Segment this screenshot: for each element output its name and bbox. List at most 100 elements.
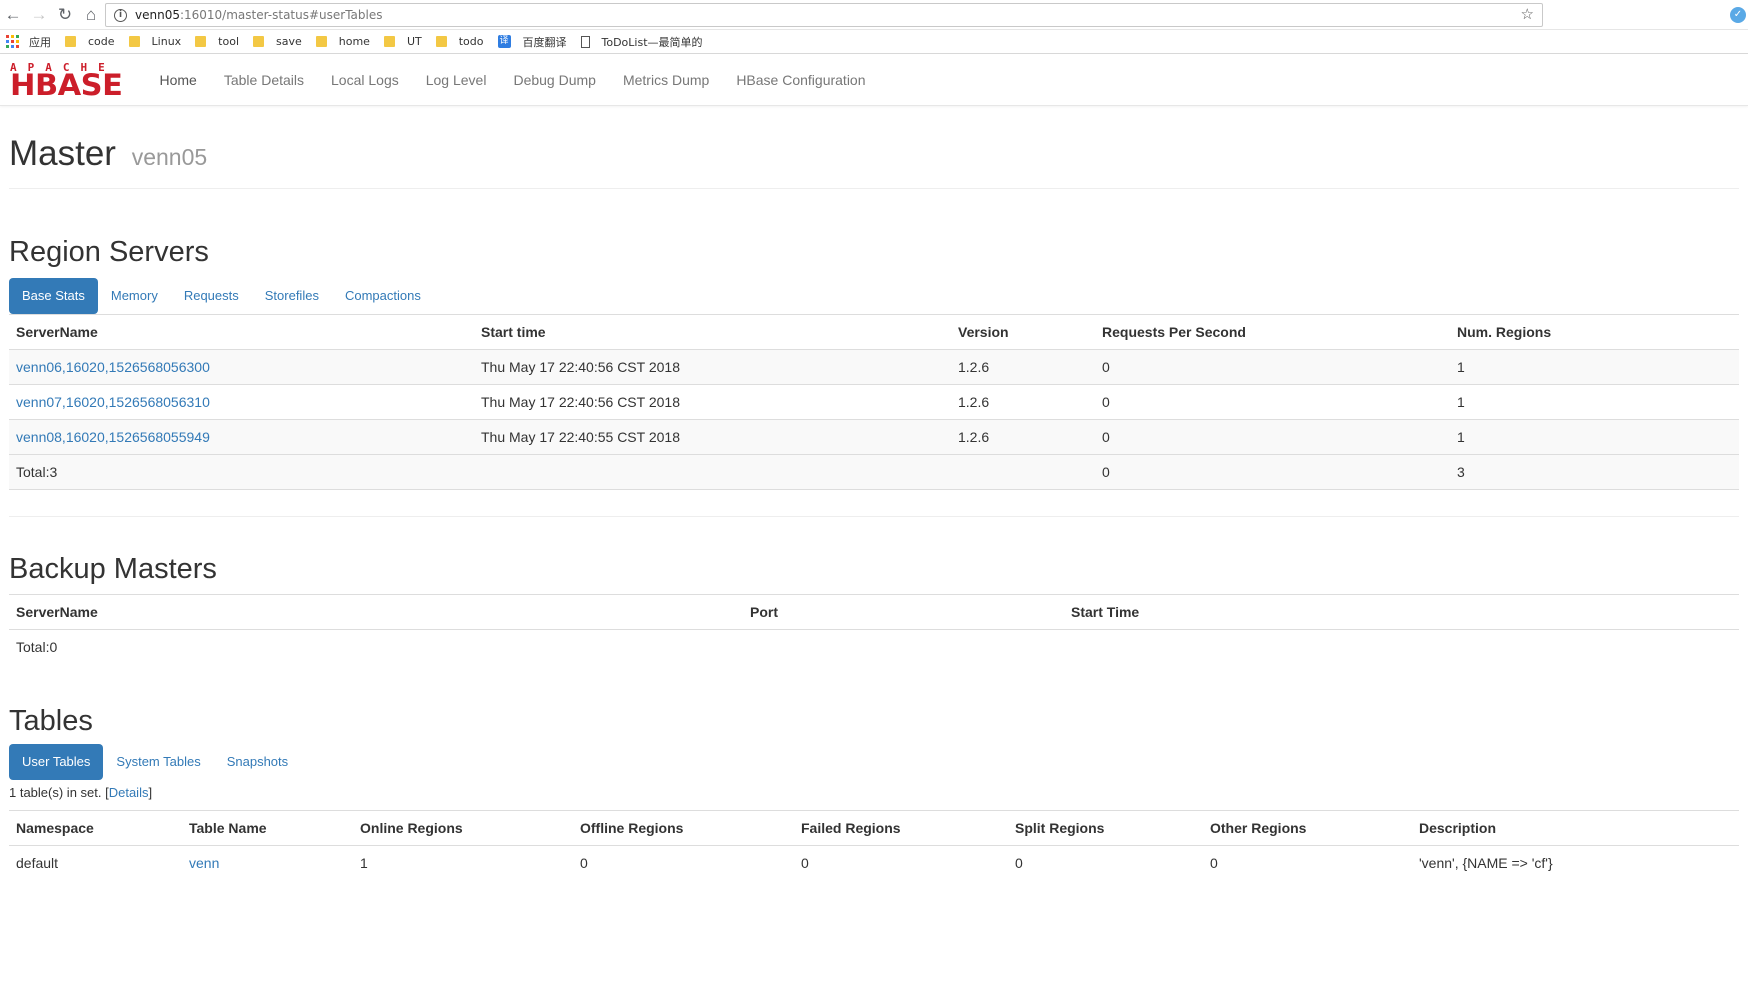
main-content: Master venn05 Region Servers Base Stats …	[0, 106, 1748, 880]
page-title: Master venn05	[9, 134, 1739, 174]
tables-title: Tables	[9, 704, 93, 737]
bookmark-ut[interactable]: UT	[383, 35, 422, 48]
bookmark-label: 百度翻译	[522, 35, 567, 49]
total-row: Total:3 0 3	[9, 454, 1739, 490]
table-link[interactable]: venn	[189, 855, 219, 871]
column-header: ServerName	[9, 314, 474, 350]
table-row: venn08,16020,1526568055949 Thu May 17 22…	[9, 419, 1739, 455]
nav-metrics-dump[interactable]: Metrics Dump	[609, 72, 722, 88]
hbase-logo[interactable]: APACHE HBASE	[10, 62, 132, 100]
home-icon[interactable]: ⌂	[78, 0, 104, 30]
tab-user-tables[interactable]: User Tables	[9, 743, 104, 780]
folder-icon	[195, 36, 207, 47]
folder-icon	[383, 36, 395, 47]
bookmark-apps[interactable]: 应用	[6, 34, 51, 50]
total-label: Total:0	[16, 639, 58, 656]
bookmark-home[interactable]: home	[315, 35, 370, 48]
table-cell: 0	[1095, 384, 1450, 420]
table-cell: 1	[360, 854, 368, 871]
tab-base-stats[interactable]: Base Stats	[9, 278, 98, 314]
url-host: venn05	[135, 8, 180, 22]
tab-compactions[interactable]: Compactions	[332, 278, 434, 314]
table-cell: 0	[1015, 854, 1023, 871]
table-cell: 1	[1450, 349, 1739, 385]
extension-icon[interactable]: ✓	[1730, 7, 1746, 23]
tab-snapshots[interactable]: Snapshots	[214, 744, 301, 780]
server-link[interactable]: venn06,16020,1526568056300	[16, 359, 210, 375]
total-row: Total:0	[9, 630, 1739, 665]
table-cell	[743, 630, 1064, 665]
bookmark-todolist[interactable]: ToDoList—最简单的	[580, 34, 703, 50]
table-cell: 'venn', {NAME => 'cf'}	[1419, 854, 1553, 871]
column-header: Num. Regions	[1450, 314, 1739, 350]
nav-links: Home Table Details Local Logs Log Level …	[146, 72, 879, 88]
bookmark-star-icon[interactable]: ☆	[1521, 5, 1534, 23]
column-header: Split Regions	[1008, 809, 1203, 846]
backup-masters-table: ServerName Port Start Time Total:0	[9, 594, 1739, 665]
bookmark-linux[interactable]: Linux	[128, 35, 182, 48]
folder-icon	[315, 36, 327, 47]
url-path: :16010/master-status#userTables	[179, 8, 383, 22]
nav-debug-dump[interactable]: Debug Dump	[500, 72, 610, 88]
table-cell: 0	[580, 854, 588, 871]
bookmark-label: ToDoList—最简单的	[601, 35, 703, 49]
server-link[interactable]: venn07,16020,1526568056310	[16, 394, 210, 410]
column-header: Other Regions	[1203, 809, 1412, 846]
folder-icon	[65, 36, 76, 47]
total-regions: 3	[1450, 454, 1739, 490]
nav-table-details[interactable]: Table Details	[210, 72, 317, 88]
bookmark-tool[interactable]: tool	[195, 35, 239, 48]
table-cell: 1	[1450, 419, 1739, 455]
folder-icon	[253, 36, 265, 47]
bookmark-label: 应用	[29, 35, 51, 49]
table-cell: 1	[1450, 384, 1739, 420]
nav-log-level[interactable]: Log Level	[412, 72, 500, 88]
table-cell: 0	[1210, 854, 1218, 871]
table-cell: 1.2.6	[951, 349, 1095, 385]
bookmark-label: home	[338, 35, 370, 48]
server-name-cell: venn07,16020,1526568056310	[9, 384, 474, 420]
bookmark-save[interactable]: save	[253, 35, 302, 48]
server-link[interactable]: venn08,16020,1526568055949	[16, 429, 210, 445]
column-header: Port	[743, 594, 1064, 630]
forward-icon[interactable]: →	[26, 0, 52, 30]
tables-count-info: 1 table(s) in set. [Details]	[9, 785, 1739, 800]
total-label: Total:3	[9, 454, 474, 490]
tab-requests[interactable]: Requests	[171, 278, 252, 314]
apps-icon	[6, 35, 19, 48]
table-cell	[474, 454, 951, 490]
table-cell: Thu May 17 22:40:55 CST 2018	[474, 419, 951, 455]
address-bar[interactable]: i venn05:16010/master-status#userTables …	[105, 3, 1543, 27]
tab-storefiles[interactable]: Storefiles	[252, 278, 332, 314]
info-icon[interactable]: i	[114, 8, 127, 22]
details-link[interactable]: Details	[109, 785, 149, 800]
bookmark-translate[interactable]: 译百度翻译	[497, 34, 567, 50]
nav-home[interactable]: Home	[146, 72, 210, 88]
nav-hbase-configuration[interactable]: HBase Configuration	[723, 72, 879, 88]
table-cell: 1.2.6	[951, 384, 1095, 420]
reload-icon[interactable]: ↻	[52, 0, 78, 30]
tab-memory[interactable]: Memory	[98, 278, 171, 314]
bookmark-label: UT	[406, 35, 422, 48]
back-icon[interactable]: ←	[0, 0, 26, 30]
folder-icon	[128, 36, 140, 47]
divider	[9, 516, 1739, 517]
table-header-row: ServerName Port Start Time	[9, 594, 1739, 630]
folder-icon	[435, 36, 447, 47]
tab-system-tables[interactable]: System Tables	[103, 744, 213, 780]
bookmark-label: Linux	[151, 35, 182, 48]
region-servers-title: Region Servers	[9, 236, 209, 268]
table-row: venn07,16020,1526568056310 Thu May 17 22…	[9, 384, 1739, 420]
bookmark-label: save	[276, 35, 302, 48]
bookmark-todo[interactable]: todo	[435, 35, 484, 48]
info-suffix: ]	[148, 784, 153, 800]
table-row: default venn 1 0 0 0 0 'venn', {NAME => …	[9, 845, 1739, 880]
bookmark-code[interactable]: code	[65, 35, 115, 48]
nav-local-logs[interactable]: Local Logs	[318, 72, 413, 88]
page-title-text: Master	[9, 134, 116, 173]
table-cell: default	[16, 854, 59, 871]
table-cell	[1064, 630, 1739, 665]
region-servers-table: ServerName Start time Version Requests P…	[9, 314, 1739, 490]
server-name-cell: venn06,16020,1526568056300	[9, 349, 474, 385]
logo-hbase-text: HBASE	[10, 67, 123, 102]
